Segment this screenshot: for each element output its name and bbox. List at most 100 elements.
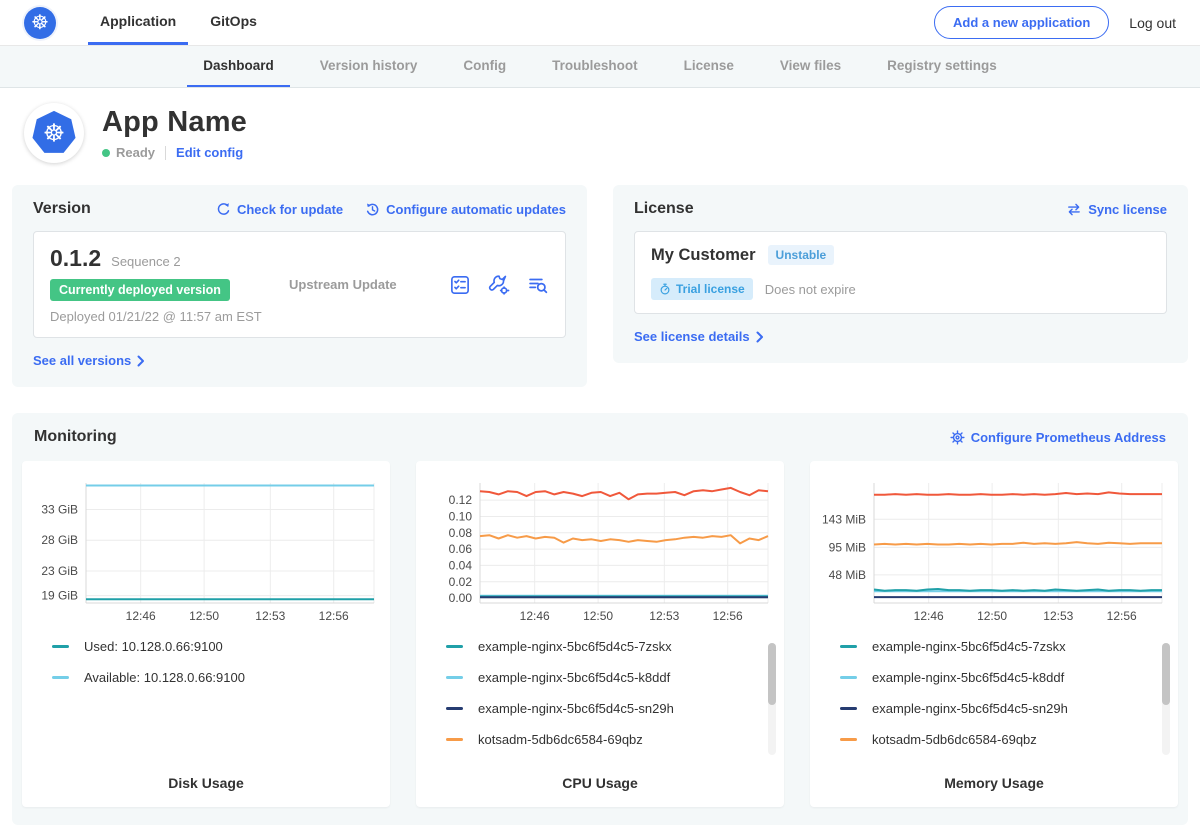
- svg-text:28 GiB: 28 GiB: [41, 533, 78, 547]
- tab-registry-settings[interactable]: Registry settings: [871, 46, 1013, 87]
- svg-text:12:56: 12:56: [713, 609, 743, 623]
- legend-label: example-nginx-5bc6f5d4c5-7zskx: [478, 639, 672, 654]
- svg-text:23 GiB: 23 GiB: [41, 564, 78, 578]
- legend-color-dash: [446, 645, 463, 648]
- svg-text:12:53: 12:53: [255, 609, 285, 623]
- legend-color-dash: [840, 676, 857, 679]
- svg-text:12:53: 12:53: [649, 609, 679, 623]
- legend-color-dash: [446, 676, 463, 679]
- legend-label: example-nginx-5bc6f5d4c5-sn29h: [478, 701, 674, 716]
- tab-config[interactable]: Config: [447, 46, 522, 87]
- license-expiry: Does not expire: [765, 282, 856, 297]
- legend-scrollbar[interactable]: [1162, 643, 1170, 755]
- svg-text:12:56: 12:56: [319, 609, 349, 623]
- svg-text:12:50: 12:50: [977, 609, 1007, 623]
- version-card: Version Check for update Configure autom…: [12, 185, 587, 387]
- svg-text:95 MiB: 95 MiB: [829, 540, 866, 554]
- monitoring-section: Monitoring Configure Prometheus Address …: [12, 413, 1188, 825]
- memory-usage-chart-card: 12:4612:5012:5312:5648 MiB95 MiB143 MiB …: [810, 461, 1178, 807]
- memory-usage-chart: 12:4612:5012:5312:5648 MiB95 MiB143 MiB: [818, 475, 1170, 627]
- channel-badge: Unstable: [768, 245, 835, 265]
- svg-text:12:46: 12:46: [520, 609, 550, 623]
- trial-license-badge: Trial license: [651, 278, 753, 300]
- license-card-title: License: [634, 200, 694, 218]
- tab-view-files[interactable]: View files: [764, 46, 857, 87]
- scrollbar-thumb[interactable]: [768, 643, 776, 705]
- tab-troubleshoot[interactable]: Troubleshoot: [536, 46, 654, 87]
- status-dot-icon: [102, 149, 110, 157]
- kubernetes-logo-icon[interactable]: ☸: [24, 7, 56, 39]
- cpu-usage-legend: example-nginx-5bc6f5d4c5-7zskx example-ng…: [424, 639, 776, 759]
- cpu-usage-chart-card: 12:4612:5012:5312:560.000.020.040.060.08…: [416, 461, 784, 807]
- refresh-icon: [216, 202, 231, 217]
- legend-item: example-nginx-5bc6f5d4c5-7zskx: [446, 639, 776, 654]
- legend-color-dash: [840, 645, 857, 648]
- svg-text:19 GiB: 19 GiB: [41, 589, 78, 603]
- divider: [165, 146, 166, 160]
- checklist-icon: [449, 274, 471, 296]
- legend-color-dash: [840, 738, 857, 741]
- upstream-update-label: Upstream Update: [265, 277, 449, 292]
- chart-title: Disk Usage: [30, 775, 382, 791]
- app-sub-nav: Dashboard Version history Config Trouble…: [0, 46, 1200, 88]
- see-license-details-link[interactable]: See license details: [634, 329, 764, 344]
- configure-prometheus-link[interactable]: Configure Prometheus Address: [950, 430, 1166, 445]
- check-for-update-link[interactable]: Check for update: [216, 202, 343, 217]
- legend-item: Available: 10.128.0.66:9100: [52, 670, 382, 685]
- svg-text:12:46: 12:46: [914, 609, 944, 623]
- chevron-right-icon: [137, 355, 145, 367]
- top-tab-gitops[interactable]: GitOps: [198, 0, 269, 45]
- legend-item: example-nginx-5bc6f5d4c5-sn29h: [446, 701, 776, 716]
- memory-usage-legend: example-nginx-5bc6f5d4c5-7zskx example-ng…: [818, 639, 1170, 759]
- configure-automatic-updates-link[interactable]: Configure automatic updates: [365, 202, 566, 217]
- cpu-usage-chart: 12:4612:5012:5312:560.000.020.040.060.08…: [424, 475, 776, 627]
- release-notes-button[interactable]: [449, 274, 471, 296]
- legend-label: example-nginx-5bc6f5d4c5-k8ddf: [872, 670, 1064, 685]
- tab-dashboard[interactable]: Dashboard: [187, 46, 290, 87]
- legend-label: example-nginx-5bc6f5d4c5-7zskx: [872, 639, 1066, 654]
- stopwatch-icon: [659, 283, 671, 295]
- disk-usage-chart-card: 12:4612:5012:5312:5619 GiB23 GiB28 GiB33…: [22, 461, 390, 807]
- legend-color-dash: [446, 738, 463, 741]
- legend-color-dash: [840, 707, 857, 710]
- legend-label: example-nginx-5bc6f5d4c5-sn29h: [872, 701, 1068, 716]
- svg-text:12:53: 12:53: [1043, 609, 1073, 623]
- app-header: ☸ App Name Ready Edit config: [0, 88, 1200, 183]
- license-details-card: My Customer Unstable Trial license Does …: [634, 231, 1167, 314]
- top-nav: ☸ Application GitOps Add a new applicati…: [0, 0, 1200, 46]
- legend-scrollbar[interactable]: [768, 643, 776, 755]
- top-tab-application[interactable]: Application: [88, 0, 188, 45]
- wrench-gear-icon: [488, 274, 510, 296]
- logs-magnifier-icon: [527, 274, 549, 296]
- tab-license[interactable]: License: [668, 46, 750, 87]
- tab-version-history[interactable]: Version history: [304, 46, 434, 87]
- see-all-versions-link[interactable]: See all versions: [33, 353, 145, 368]
- svg-text:0.12: 0.12: [449, 493, 473, 507]
- disk-usage-chart: 12:4612:5012:5312:5619 GiB23 GiB28 GiB33…: [30, 475, 382, 627]
- svg-text:143 MiB: 143 MiB: [822, 512, 866, 526]
- status-badge: Ready: [116, 145, 155, 160]
- log-out-button[interactable]: Log out: [1129, 15, 1176, 31]
- legend-item: example-nginx-5bc6f5d4c5-7zskx: [840, 639, 1170, 654]
- version-number: 0.1.2: [50, 245, 101, 272]
- legend-label: kotsadm-5db6dc6584-69qbz: [872, 732, 1037, 747]
- svg-text:33 GiB: 33 GiB: [41, 503, 78, 517]
- svg-text:0.00: 0.00: [449, 591, 473, 605]
- chevron-right-icon: [756, 331, 764, 343]
- svg-text:12:56: 12:56: [1107, 609, 1137, 623]
- add-new-application-button[interactable]: Add a new application: [934, 6, 1109, 39]
- svg-text:12:46: 12:46: [126, 609, 156, 623]
- svg-text:0.08: 0.08: [449, 526, 473, 540]
- license-card: License Sync license My Customer Unstabl…: [613, 185, 1188, 363]
- current-version-card: 0.1.2 Sequence 2 Currently deployed vers…: [33, 231, 566, 338]
- legend-label: Used: 10.128.0.66:9100: [84, 639, 223, 654]
- top-nav-tabs: Application GitOps: [88, 0, 269, 45]
- kubernetes-heptagon-icon: ☸: [31, 110, 77, 156]
- view-diff-button[interactable]: [527, 274, 549, 296]
- edit-config-link[interactable]: Edit config: [176, 145, 243, 160]
- scrollbar-thumb[interactable]: [1162, 643, 1170, 705]
- sync-license-link[interactable]: Sync license: [1066, 202, 1167, 217]
- legend-item: example-nginx-5bc6f5d4c5-sn29h: [840, 701, 1170, 716]
- preflight-checks-button[interactable]: [488, 274, 510, 296]
- disk-usage-legend: Used: 10.128.0.66:9100 Available: 10.128.…: [30, 639, 382, 759]
